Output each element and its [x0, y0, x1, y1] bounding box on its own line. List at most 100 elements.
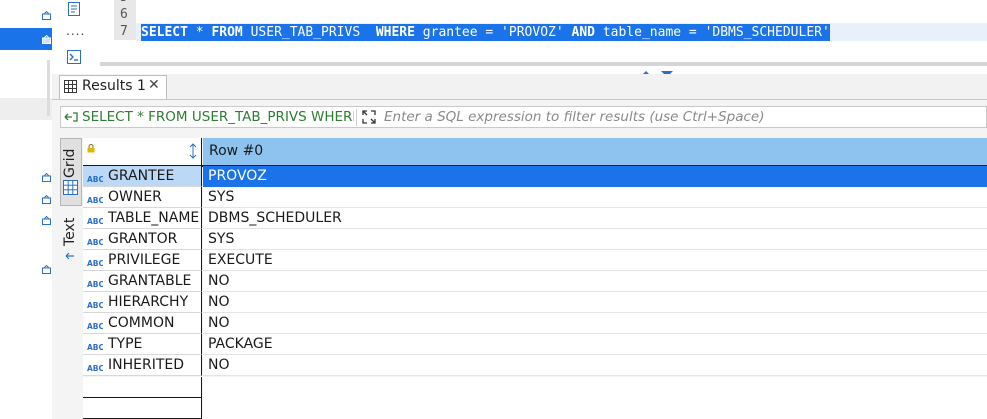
tab-text-label[interactable]: Text	[62, 218, 78, 246]
cell-value: DBMS_SCHEDULER	[208, 210, 342, 226]
abc-text-icon: ABC	[87, 255, 105, 268]
empty-row-header	[83, 398, 202, 419]
abc-text-icon: ABC	[87, 339, 105, 352]
db-object-icon[interactable]	[42, 35, 51, 44]
svg-text:ABC: ABC	[87, 322, 103, 330]
cell-value: EXECUTE	[208, 252, 273, 268]
results-tab-bar	[52, 74, 987, 100]
empty-row-cell	[203, 398, 987, 419]
svg-text:ABC: ABC	[87, 238, 103, 246]
svg-text:ABC: ABC	[87, 301, 103, 309]
filter-query-text[interactable]: SELECT * FROM USER_TAB_PRIVS WHERE	[82, 109, 354, 125]
value-cell[interactable]: NO	[203, 271, 987, 292]
db-object-icon[interactable]	[42, 216, 51, 225]
row-header-grantable[interactable]: ABC GRANTABLE	[83, 271, 202, 292]
text-view-icon[interactable]	[65, 249, 75, 260]
svg-text:ABC: ABC	[87, 217, 103, 225]
row-header-table-name[interactable]: ABC TABLE_NAME	[83, 208, 202, 229]
svg-text:ABC: ABC	[87, 343, 103, 351]
navigator-hover-item[interactable]	[0, 98, 52, 120]
cell-value: NO	[208, 357, 230, 373]
cell-value: PROVOZ	[208, 168, 267, 184]
svg-text:ABC: ABC	[87, 196, 103, 204]
terminal-icon[interactable]	[66, 49, 82, 65]
row-header-privilege[interactable]: ABC PRIVILEGE	[83, 250, 202, 271]
sql-keyword: FROM	[211, 25, 243, 40]
navigator-edge	[0, 0, 52, 419]
value-cell[interactable]: PACKAGE	[203, 334, 987, 355]
abc-text-icon: ABC	[87, 297, 105, 310]
query-link-icon[interactable]	[64, 111, 78, 123]
row-header-owner[interactable]: ABC OWNER	[83, 187, 202, 208]
abc-text-icon: ABC	[87, 318, 105, 331]
attribute-name: GRANTOR	[108, 231, 178, 247]
empty-row-header	[83, 377, 202, 398]
line-number: 7	[120, 24, 128, 39]
value-cell[interactable]: NO	[203, 313, 987, 334]
abc-text-icon: ABC	[87, 213, 105, 226]
navigator-scrollbar[interactable]	[47, 60, 50, 116]
attribute-name: GRANTEE	[108, 168, 175, 184]
tab-grid-label[interactable]: Grid	[62, 149, 78, 178]
grid-icon[interactable]	[63, 180, 78, 195]
db-object-icon[interactable]	[42, 195, 51, 204]
svg-text:ABC: ABC	[87, 175, 103, 183]
row-header-inherited[interactable]: ABC INHERITED	[83, 355, 202, 376]
cell-value: SYS	[208, 231, 235, 247]
svg-text:ABC: ABC	[87, 280, 103, 288]
sort-icon[interactable]	[189, 143, 197, 159]
attribute-name: TABLE_NAME	[108, 210, 200, 226]
value-cell[interactable]: NO	[203, 355, 987, 376]
row-header-common[interactable]: ABC COMMON	[83, 313, 202, 334]
value-cell[interactable]: NO	[203, 292, 987, 313]
row-header-hierarchy[interactable]: ABC HIERARCHY	[83, 292, 202, 313]
collapse-up-icon[interactable]	[639, 66, 653, 77]
column-header-label: Row #0	[209, 143, 264, 159]
db-object-icon[interactable]	[42, 173, 51, 182]
abc-text-icon: ABC	[87, 360, 105, 373]
divider	[356, 109, 357, 126]
empty-row-cell	[203, 377, 987, 398]
cell-value: SYS	[208, 189, 235, 205]
db-object-icon[interactable]	[42, 11, 51, 20]
filter-placeholder: Enter a SQL expression to filter results…	[384, 109, 765, 125]
more-tools-ellipsis[interactable]: ....	[66, 24, 85, 38]
line-number: 5	[120, 0, 128, 5]
grid-corner-header[interactable]	[83, 138, 202, 165]
column-header-row-0[interactable]: Row #0	[203, 138, 987, 165]
attribute-name: PRIVILEGE	[108, 252, 181, 268]
sql-token: grantee = 'PROVOZ'	[414, 25, 572, 40]
value-cell[interactable]: PROVOZ	[203, 166, 987, 187]
table-grid-icon	[64, 80, 77, 93]
script-icon[interactable]	[66, 1, 82, 17]
row-header-grantee[interactable]: ABC GRANTEE	[83, 166, 202, 187]
cell-value: NO	[208, 294, 230, 310]
close-icon[interactable]: ✕	[148, 77, 160, 93]
sql-token: table_name = 'DBMS_SCHEDULER'	[595, 25, 830, 40]
value-cell[interactable]: SYS	[203, 187, 987, 208]
attribute-name: INHERITED	[108, 357, 185, 373]
expand-icon[interactable]	[361, 109, 377, 125]
abc-text-icon: ABC	[87, 276, 105, 289]
db-object-icon[interactable]	[42, 265, 51, 274]
sql-keyword: WHERE	[375, 25, 415, 40]
value-cell[interactable]: EXECUTE	[203, 250, 987, 271]
row-header-type[interactable]: ABC TYPE	[83, 334, 202, 355]
abc-text-icon: ABC	[87, 171, 105, 184]
attribute-name: HIERARCHY	[108, 294, 189, 310]
abc-text-icon: ABC	[87, 234, 105, 247]
value-cell[interactable]: SYS	[203, 229, 987, 250]
lock-icon	[87, 141, 95, 153]
editor-horizontal-scrollbar[interactable]	[100, 62, 987, 66]
sql-keyword: AND	[571, 25, 595, 40]
sql-keyword: SELECT	[141, 25, 188, 40]
sql-query-line[interactable]: SELECT * FROM USER_TAB_PRIVS WHERE grant…	[141, 24, 830, 41]
attribute-name: COMMON	[108, 315, 175, 331]
sql-token: USER_TAB_PRIVS	[242, 25, 376, 40]
attribute-name: GRANTABLE	[108, 273, 192, 289]
value-cell[interactable]: DBMS_SCHEDULER	[203, 208, 987, 229]
cell-value: PACKAGE	[208, 336, 273, 352]
row-header-grantor[interactable]: ABC GRANTOR	[83, 229, 202, 250]
collapse-down-icon[interactable]	[660, 66, 674, 77]
line-number: 6	[120, 7, 128, 22]
